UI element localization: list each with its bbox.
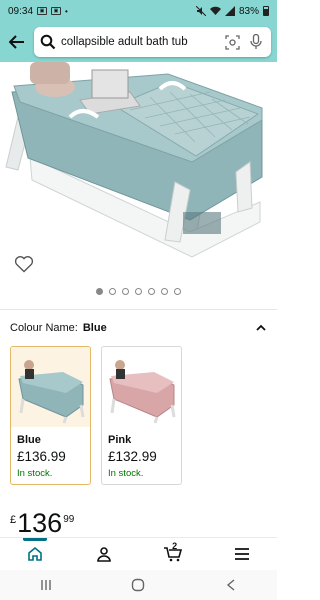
signal-icon [224, 6, 235, 16]
pagination-dot[interactable] [161, 288, 168, 295]
colour-label: Colour Name: [10, 322, 78, 334]
colour-option-blue[interactable]: Blue £136.99 In stock. [10, 346, 91, 485]
search-query: collapsible adult bath tub [61, 36, 188, 48]
pink-tub-thumbnail [109, 360, 176, 424]
back-chevron-icon [226, 579, 235, 591]
nav-account[interactable] [84, 539, 124, 569]
pagination-dot[interactable] [96, 288, 103, 295]
currency-symbol: £ [10, 514, 17, 526]
notification-icon: ▣ [37, 7, 48, 15]
colour-option-pink[interactable]: Pink £132.99 In stock. [101, 346, 182, 485]
back-button[interactable] [216, 575, 246, 595]
pagination-dot[interactable] [109, 288, 116, 295]
colour-selected-value: Blue [82, 322, 107, 334]
nav-menu[interactable] [222, 539, 262, 569]
menu-icon [235, 548, 250, 560]
product-price: £ 136 99 [10, 509, 74, 539]
wifi-icon [209, 6, 221, 15]
price-fraction: 99 [63, 514, 75, 525]
search-input[interactable]: collapsible adult bath tub [34, 27, 271, 57]
option-stock: In stock. [17, 468, 53, 479]
bath-tub-image [5, 62, 263, 258]
pagination-dot[interactable] [148, 288, 155, 295]
camera-scan-icon[interactable] [223, 33, 241, 51]
colour-selector-header[interactable]: Colour Name: Blue [10, 320, 267, 336]
pagination-dot[interactable] [174, 288, 181, 295]
product-image[interactable] [0, 62, 277, 280]
option-stock: In stock. [108, 468, 144, 479]
mute-icon [195, 6, 206, 16]
option-name: Pink [108, 434, 132, 446]
dot-icon: • [65, 6, 68, 16]
back-arrow-icon[interactable] [6, 31, 28, 53]
battery-percent: 83% [238, 5, 259, 17]
option-price: £136.99 [17, 449, 66, 464]
search-header: collapsible adult bath tub [0, 22, 277, 62]
search-icon [40, 34, 56, 50]
home-icon [27, 546, 42, 561]
recent-apps-button[interactable] [31, 575, 61, 595]
status-bar: 09:34 ▣ ▣ • 83% [0, 0, 277, 22]
wishlist-heart-icon[interactable] [14, 255, 34, 273]
chevron-up-icon[interactable] [255, 322, 267, 334]
cart-count: 2 [172, 541, 178, 551]
pagination-dot[interactable] [122, 288, 129, 295]
bottom-navigation: 2 [0, 537, 277, 570]
nav-home[interactable] [15, 538, 55, 569]
image-pagination [0, 288, 277, 295]
system-navigation-bar [0, 570, 277, 600]
account-icon [97, 547, 111, 562]
nav-cart[interactable]: 2 [153, 539, 193, 569]
recent-apps-icon [41, 580, 51, 590]
home-circle-icon [132, 578, 145, 592]
pagination-dot[interactable] [135, 288, 142, 295]
blue-tub-thumbnail [11, 347, 90, 427]
home-button[interactable] [123, 575, 153, 595]
section-divider [0, 309, 277, 310]
price-whole: 136 [17, 508, 63, 538]
option-name: Blue [17, 434, 41, 446]
option-price: £132.99 [108, 449, 157, 464]
status-time: 09:34 [8, 5, 34, 17]
notification-icon-2: ▣ [51, 7, 62, 15]
battery-icon [263, 6, 269, 16]
microphone-icon[interactable] [247, 33, 265, 51]
